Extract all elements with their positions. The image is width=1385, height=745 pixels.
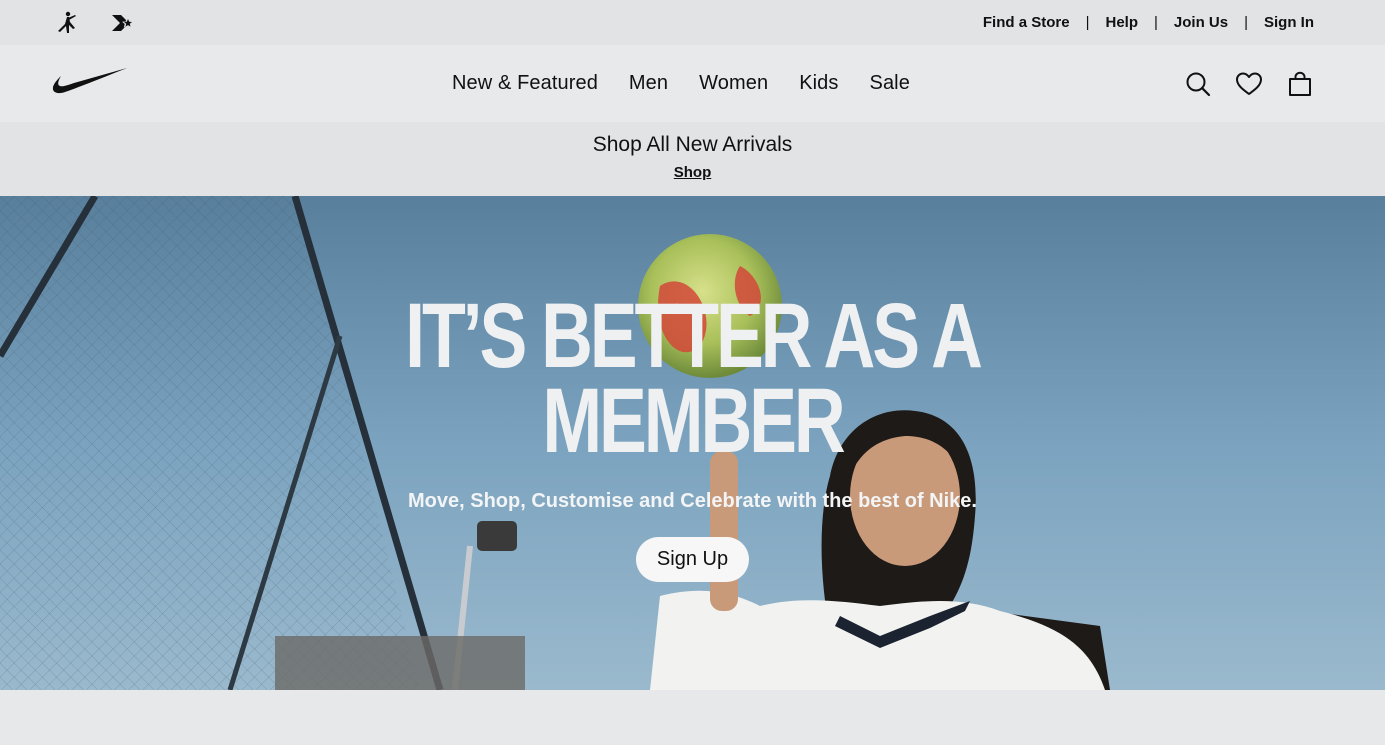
hero-headline: IT’S BETTER AS A MEMBER [152,290,1232,467]
page-below-fold [0,690,1385,745]
separator: | [1154,14,1158,31]
join-us-link[interactable]: Join Us [1174,14,1228,31]
jordan-jumpman-icon[interactable] [54,11,80,35]
brand-switcher [54,11,136,35]
hero-subtitle: Move, Shop, Customise and Celebrate with… [408,490,977,512]
bag-icon[interactable] [1286,70,1314,98]
nav-kids[interactable]: Kids [799,72,838,95]
heart-icon[interactable] [1235,71,1263,97]
hero-headline-line2: MEMBER [542,370,845,472]
separator: | [1244,14,1248,31]
find-a-store-link[interactable]: Find a Store [983,14,1070,31]
sign-in-link[interactable]: Sign In [1264,14,1314,31]
nav-menu: New & Featured Men Women Kids Sale [452,45,910,122]
nav-women[interactable]: Women [699,72,768,95]
promo-shop-link[interactable]: Shop [674,164,712,181]
sign-up-button[interactable]: Sign Up [635,537,750,582]
converse-star-chevron-icon[interactable] [110,12,136,34]
nav-actions [1184,70,1314,98]
utility-links: Find a Store | Help | Join Us | Sign In [983,14,1314,31]
search-icon[interactable] [1184,70,1212,98]
promo-banner: Shop All New Arrivals Shop [0,122,1385,196]
nav-men[interactable]: Men [629,72,668,95]
nav-sale[interactable]: Sale [870,72,910,95]
nike-swoosh-icon[interactable] [52,66,128,101]
main-nav: New & Featured Men Women Kids Sale [0,45,1385,122]
hero-banner[interactable]: IT’S BETTER AS A MEMBER Move, Shop, Cust… [0,196,1385,690]
nav-new-featured[interactable]: New & Featured [452,72,598,95]
hero-content: IT’S BETTER AS A MEMBER Move, Shop, Cust… [0,290,1385,582]
separator: | [1085,14,1090,31]
utility-bar: Find a Store | Help | Join Us | Sign In [0,0,1385,45]
help-link[interactable]: Help [1105,14,1138,31]
promo-title: Shop All New Arrivals [592,133,793,156]
